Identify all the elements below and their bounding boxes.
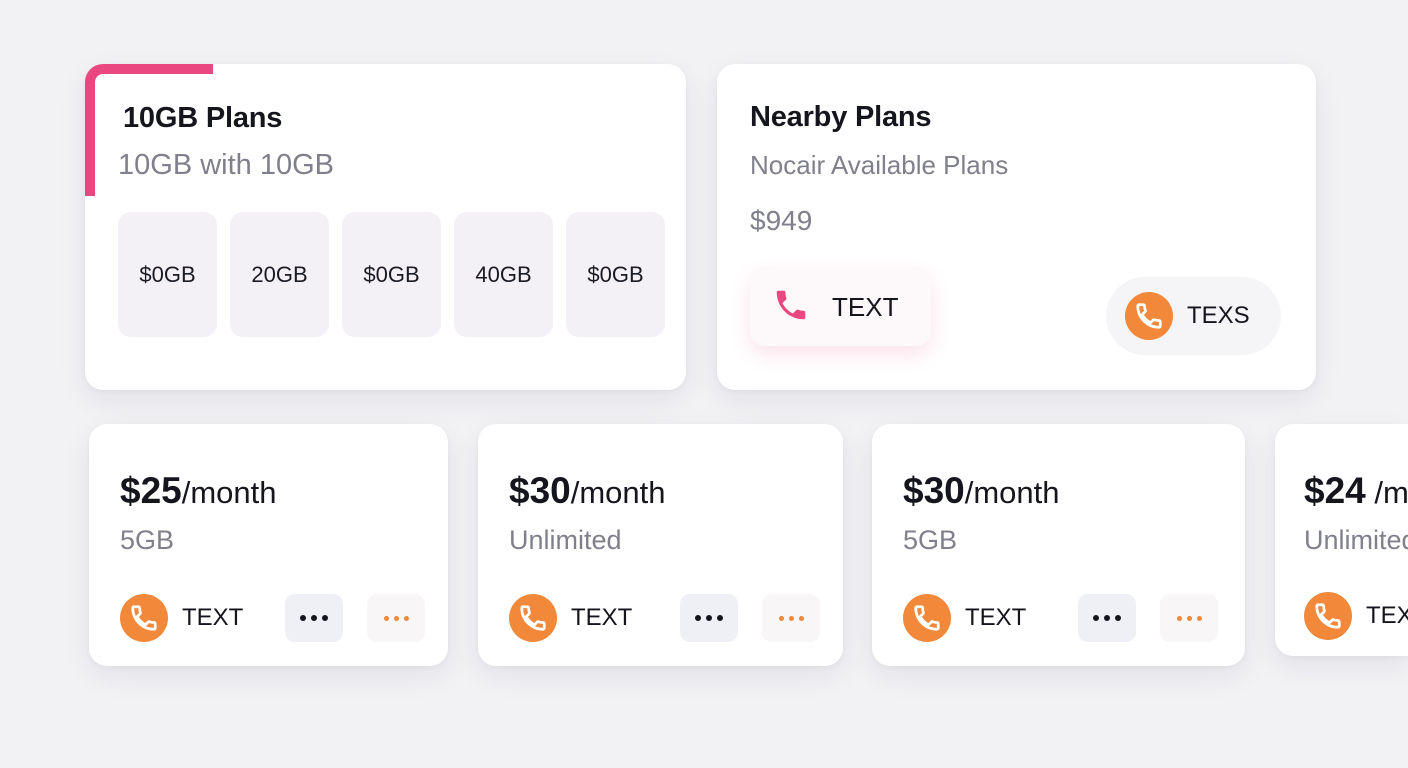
plan-card[interactable]: $30/month 5GB TEXT: [872, 424, 1245, 666]
card-title: Nearby Plans: [750, 101, 932, 133]
plan-actions: TEXT: [903, 594, 1218, 642]
text-button[interactable]: TEXT: [750, 268, 931, 346]
data-size-chip[interactable]: 40GB: [454, 212, 553, 337]
more-dots-icon: [300, 615, 328, 621]
plan-price: $30/month: [903, 470, 1060, 512]
plan-data-allowance: 5GB: [120, 525, 175, 555]
card-title: 10GB Plans: [123, 102, 283, 134]
plan-actions: TEXT: [1304, 592, 1408, 640]
text-label: TEXT: [1366, 602, 1408, 629]
plans-10gb-card: 10GB Plans 10GB with 10GB $0GB 20GB $0GB…: [85, 64, 686, 390]
nearby-price: $949: [750, 205, 813, 236]
text-button-label: TEXT: [832, 291, 899, 322]
texs-button[interactable]: TEXS: [1106, 277, 1281, 355]
phone-icon[interactable]: [903, 594, 951, 642]
plan-price-amount: $25: [120, 470, 182, 511]
plan-price-amount: $24: [1304, 470, 1366, 511]
plan-card[interactable]: $30/month Unlimited TEXT: [478, 424, 843, 666]
more-dots-icon: [695, 615, 723, 621]
more-button[interactable]: [762, 594, 820, 642]
texs-button-label: TEXS: [1187, 302, 1250, 329]
message-button[interactable]: [285, 594, 343, 642]
nearby-plans-card: Nearby Plans Nocair Available Plans $949…: [717, 64, 1316, 390]
more-dots-icon: [778, 615, 804, 621]
phone-icon[interactable]: [1304, 592, 1352, 640]
card-subtitle: 10GB with 10GB: [118, 149, 334, 181]
more-dots-icon: [383, 615, 409, 621]
plan-actions: TEXT: [120, 594, 425, 642]
phone-icon[interactable]: [120, 594, 168, 642]
message-button[interactable]: [1078, 594, 1136, 642]
plan-price-amount: $30: [903, 470, 965, 511]
message-button[interactable]: [680, 594, 738, 642]
plan-data-allowance: 5GB: [903, 525, 958, 555]
phone-icon: [772, 286, 810, 329]
data-size-chip[interactable]: $0GB: [566, 212, 665, 337]
plan-card-partial[interactable]: $24 /month Unlimited TEXT: [1275, 424, 1408, 656]
more-button[interactable]: [1160, 594, 1218, 642]
plan-price-unit: /month: [181, 475, 277, 510]
more-dots-icon: [1093, 615, 1121, 621]
phone-icon[interactable]: [509, 594, 557, 642]
plan-price-unit: /month: [964, 475, 1060, 510]
data-size-options: $0GB 20GB $0GB 40GB $0GB: [118, 212, 665, 337]
plan-price-unit: /month: [570, 475, 666, 510]
more-button[interactable]: [367, 594, 425, 642]
plan-price: $30/month: [509, 470, 666, 512]
plan-actions: TEXT: [509, 594, 820, 642]
text-label: TEXT: [182, 604, 244, 631]
data-size-chip[interactable]: $0GB: [118, 212, 217, 337]
phone-icon: [1125, 292, 1173, 340]
plan-price-unit: /month: [1374, 475, 1408, 510]
plan-data-allowance: Unlimited: [509, 525, 622, 555]
card-subtitle: Nocair Available Plans: [750, 150, 1009, 180]
plan-price-amount: $30: [509, 470, 571, 511]
plan-data-allowance: Unlimited: [1304, 525, 1408, 555]
plan-card[interactable]: $25/month 5GB TEXT: [89, 424, 448, 666]
data-size-chip[interactable]: $0GB: [342, 212, 441, 337]
data-size-chip[interactable]: 20GB: [230, 212, 329, 337]
more-dots-icon: [1176, 615, 1202, 621]
text-label: TEXT: [965, 604, 1027, 631]
plan-price: $24 /month: [1304, 470, 1408, 512]
plan-price: $25/month: [120, 470, 277, 512]
text-label: TEXT: [571, 604, 633, 631]
